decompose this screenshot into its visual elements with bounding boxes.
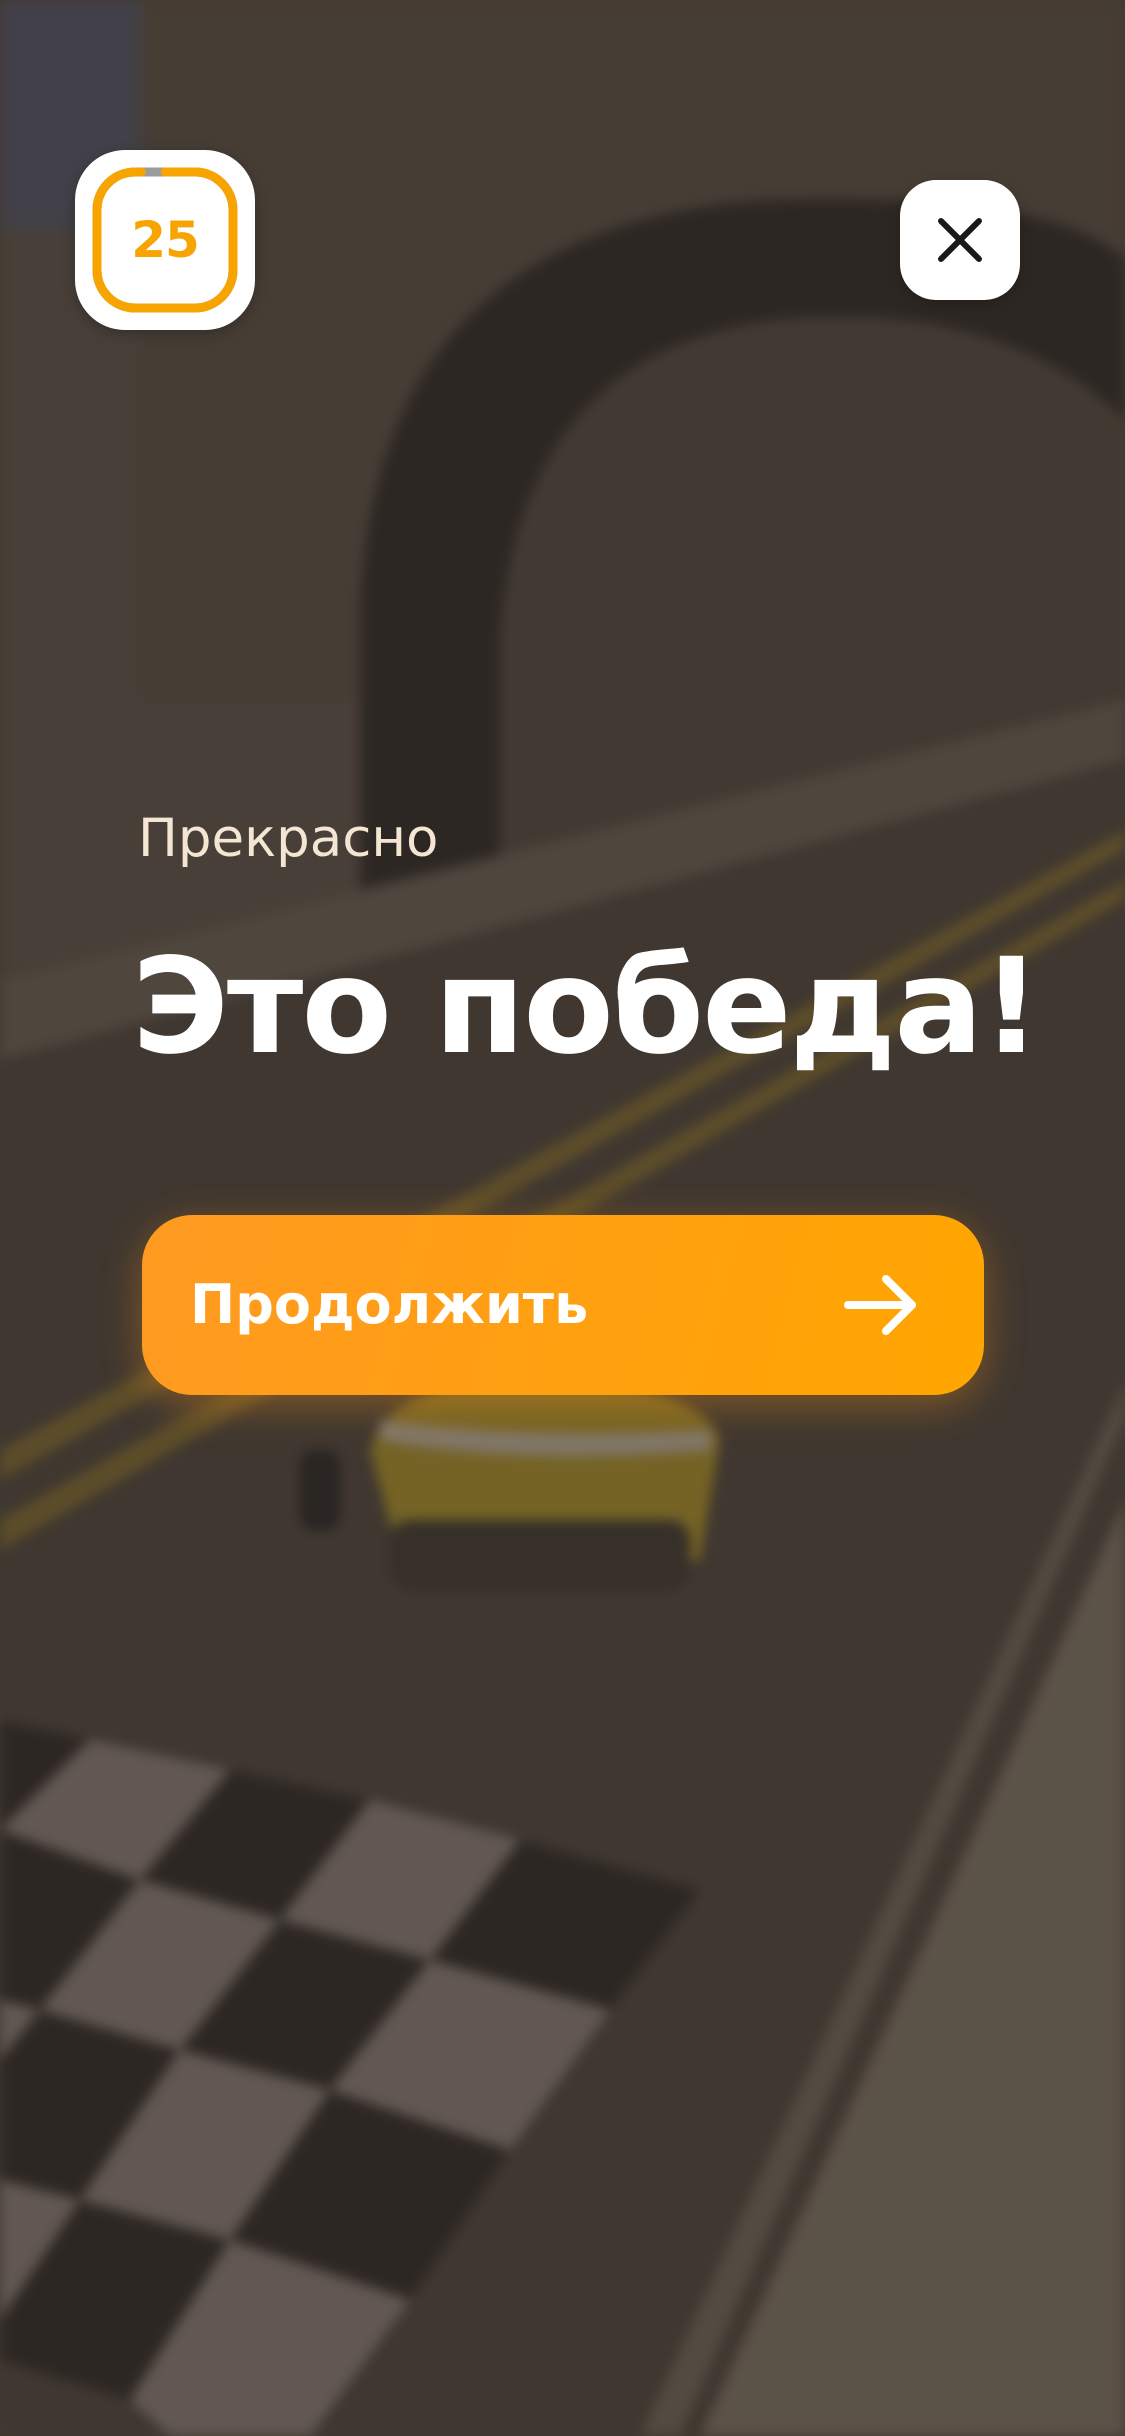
timer-value: 25 xyxy=(131,211,200,269)
result-headline: Это победа! xyxy=(132,930,1041,1084)
continue-button[interactable]: Продолжить xyxy=(142,1215,984,1395)
continue-button-label: Продолжить xyxy=(190,1273,589,1336)
result-subtitle: Прекрасно xyxy=(138,808,439,869)
game-result-screen: 25 Прекрасно Это победа! Продолжить xyxy=(0,0,1125,2436)
timer-badge: 25 xyxy=(75,150,255,330)
arrow-right-icon xyxy=(844,1275,916,1335)
close-icon xyxy=(938,218,982,262)
close-button[interactable] xyxy=(900,180,1020,300)
